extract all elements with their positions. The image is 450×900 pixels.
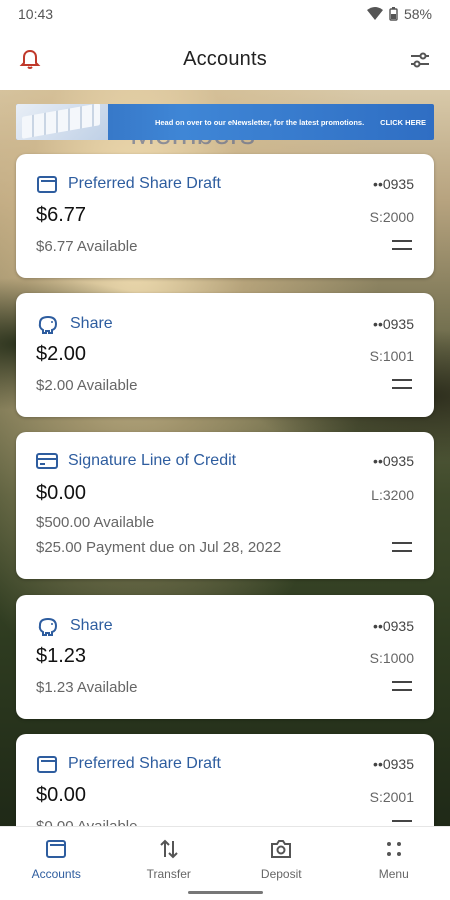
status-time: 10:43 (18, 6, 54, 22)
nav-accounts[interactable]: Accounts (0, 827, 113, 900)
account-name: Share (70, 315, 113, 332)
wifi-icon (366, 7, 383, 20)
grid-dots-icon (386, 842, 401, 856)
credit-card-icon (36, 453, 58, 469)
account-number: ••0935 (373, 453, 414, 469)
piggy-bank-icon (38, 617, 58, 636)
drag-handle-icon[interactable] (392, 681, 412, 691)
drag-handle-icon[interactable] (392, 379, 412, 389)
payment-due: $25.00 Payment due on Jul 28, 2022 (36, 539, 282, 556)
account-balance: $1.23 (36, 645, 87, 667)
banner-cta[interactable]: CLICK HERE (372, 118, 434, 127)
filter-sliders-icon[interactable] (408, 48, 432, 72)
nav-label: Menu (378, 867, 409, 881)
wallet-icon (46, 840, 67, 858)
home-indicator[interactable] (188, 891, 263, 894)
wallet-icon (37, 176, 57, 193)
account-balance: $2.00 (36, 343, 87, 365)
account-card[interactable]: Signature Line of Credit ••0935 $0.00 L:… (16, 432, 434, 579)
account-balance: $0.00 (36, 482, 87, 504)
piggy-bank-icon (38, 315, 58, 334)
drag-handle-icon[interactable] (392, 542, 412, 552)
bottom-nav: Accounts Transfer Deposit Menu (0, 826, 450, 900)
account-card[interactable]: Share ••0935 $2.00 S:1001 $2.00 Availabl… (16, 293, 434, 417)
available-balance: $2.00 Available (36, 377, 138, 394)
nav-label: Transfer (146, 867, 191, 881)
account-code: S:2000 (369, 209, 414, 225)
account-card[interactable]: Share ••0935 $1.23 S:1000 $1.23 Availabl… (16, 595, 434, 719)
nav-label: Deposit (260, 867, 302, 881)
available-balance: $1.23 Available (36, 679, 138, 696)
account-number: ••0935 (373, 316, 414, 332)
available-balance: $6.77 Available (36, 238, 138, 255)
account-name: Signature Line of Credit (68, 452, 237, 469)
account-card[interactable]: Preferred Share Draft ••0935 $6.77 S:200… (16, 154, 434, 278)
account-balance: $6.77 (36, 204, 87, 226)
accounts-list[interactable]: Members Head on over to our eNewsletter,… (0, 90, 450, 826)
battery-icon (389, 7, 398, 21)
available-balance: $0.00 Available (36, 818, 137, 826)
account-card[interactable]: Preferred Share Draft ••0935 $0.00 S:200… (16, 734, 434, 826)
available-balance: $500.00 Available (36, 514, 155, 531)
banner-keyboard-image (16, 104, 108, 140)
page-title: Accounts (183, 47, 267, 70)
account-code: S:2001 (369, 789, 414, 805)
status-icons: 58% (366, 6, 432, 22)
account-number: ••0935 (373, 176, 414, 192)
status-bar: 10:43 58% (0, 0, 450, 28)
account-number: ••0935 (373, 756, 414, 772)
camera-icon (271, 840, 292, 858)
account-number: ••0935 (373, 618, 414, 634)
nav-label: Accounts (31, 867, 81, 881)
promo-banner[interactable]: Head on over to our eNewsletter, for the… (16, 104, 434, 140)
nav-deposit[interactable]: Deposit (225, 827, 338, 900)
banner-text: Head on over to our eNewsletter, for the… (154, 117, 365, 127)
wallet-icon (37, 756, 57, 773)
transfer-arrows-icon (160, 839, 178, 859)
bell-icon[interactable] (18, 48, 42, 72)
drag-handle-icon[interactable] (392, 240, 412, 250)
account-balance: $0.00 (36, 784, 87, 806)
account-name: Share (70, 617, 113, 634)
account-name: Preferred Share Draft (68, 755, 221, 772)
nav-transfer[interactable]: Transfer (113, 827, 226, 900)
account-name: Preferred Share Draft (68, 175, 221, 192)
account-code: S:1001 (369, 348, 414, 364)
app-header: Accounts (0, 28, 450, 90)
account-code: L:3200 (371, 487, 414, 503)
battery-level: 58% (403, 6, 432, 22)
nav-menu[interactable]: Menu (338, 827, 450, 900)
account-code: S:1000 (369, 650, 414, 666)
